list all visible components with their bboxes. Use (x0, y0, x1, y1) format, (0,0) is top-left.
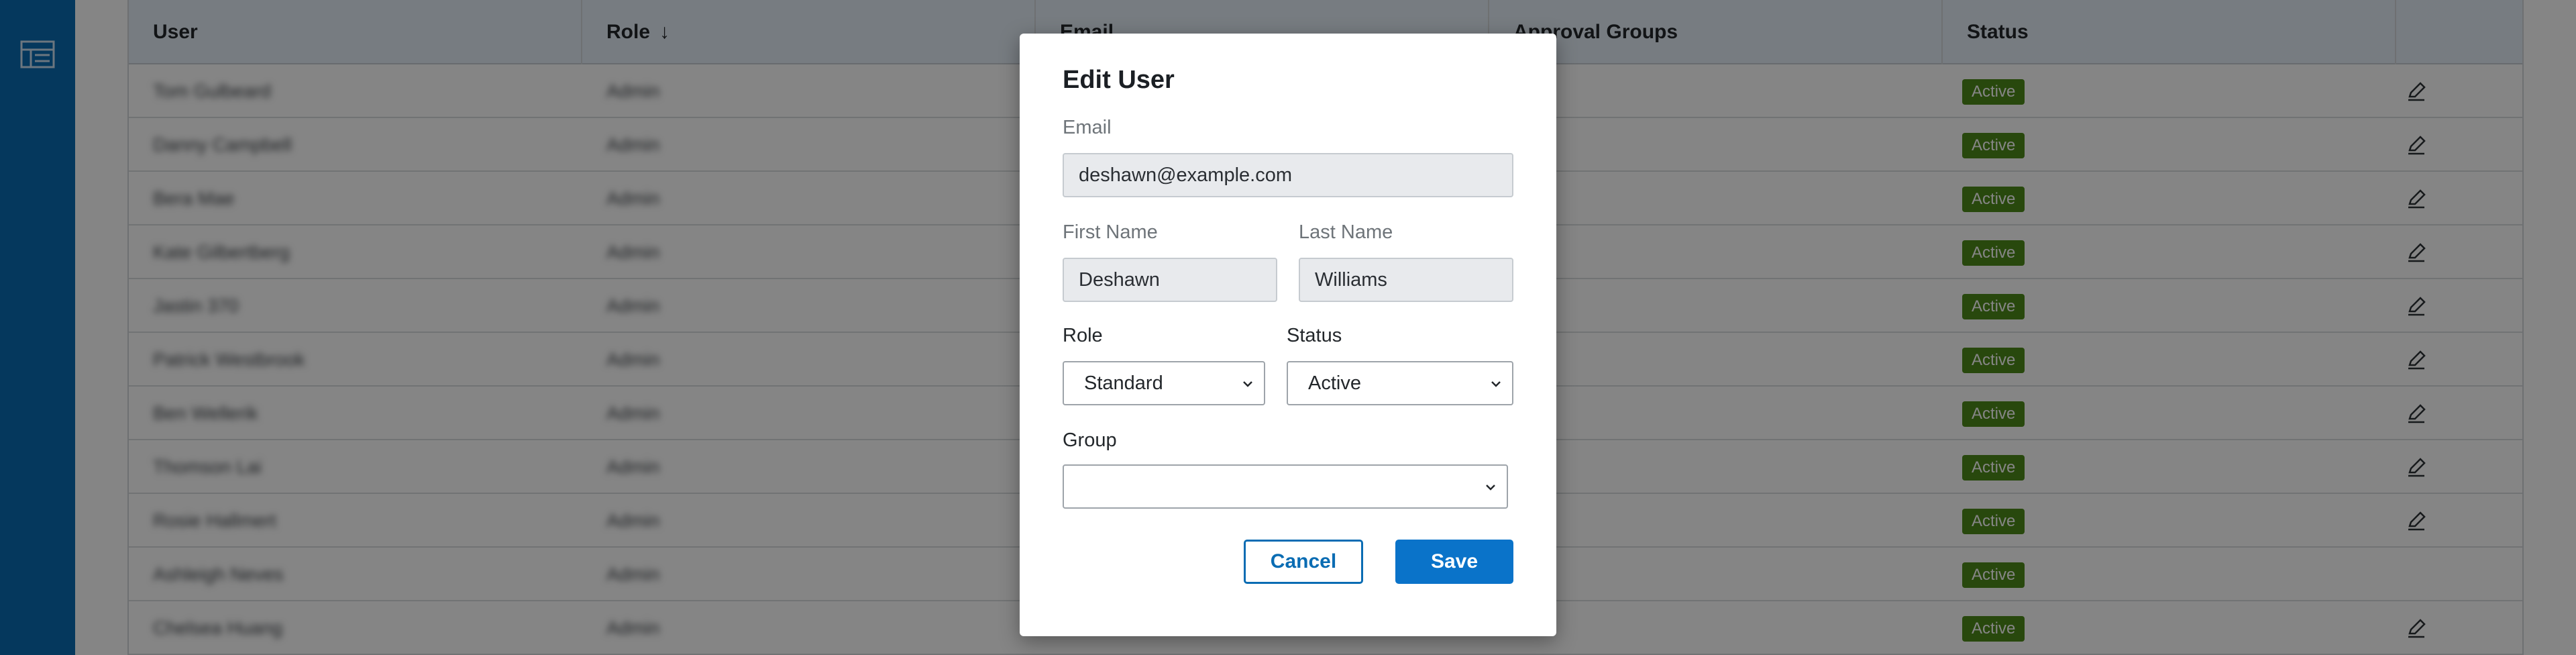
first-name-label: First Name (1063, 221, 1158, 243)
edit-user-dialog: Edit User Email deshawn@example.com Firs… (1020, 34, 1556, 636)
save-button[interactable]: Save (1395, 540, 1513, 584)
dialog-title: Edit User (1063, 66, 1175, 94)
role-label: Role (1063, 325, 1103, 346)
role-select[interactable]: Standard (1063, 361, 1265, 405)
status-select[interactable]: Active (1287, 361, 1513, 405)
group-label: Group (1063, 430, 1117, 451)
status-select-value: Active (1308, 372, 1361, 394)
group-select[interactable] (1063, 464, 1508, 509)
last-name-field: Williams (1299, 258, 1513, 302)
email-field: deshawn@example.com (1063, 153, 1513, 197)
status-label: Status (1287, 325, 1342, 346)
role-select-value: Standard (1084, 372, 1163, 394)
chevron-down-icon (1491, 381, 1501, 387)
first-name-field: Deshawn (1063, 258, 1277, 302)
email-label: Email (1063, 117, 1112, 138)
chevron-down-icon (1486, 485, 1495, 491)
chevron-down-icon (1243, 381, 1252, 387)
last-name-label: Last Name (1299, 221, 1393, 243)
cancel-button[interactable]: Cancel (1244, 540, 1363, 584)
